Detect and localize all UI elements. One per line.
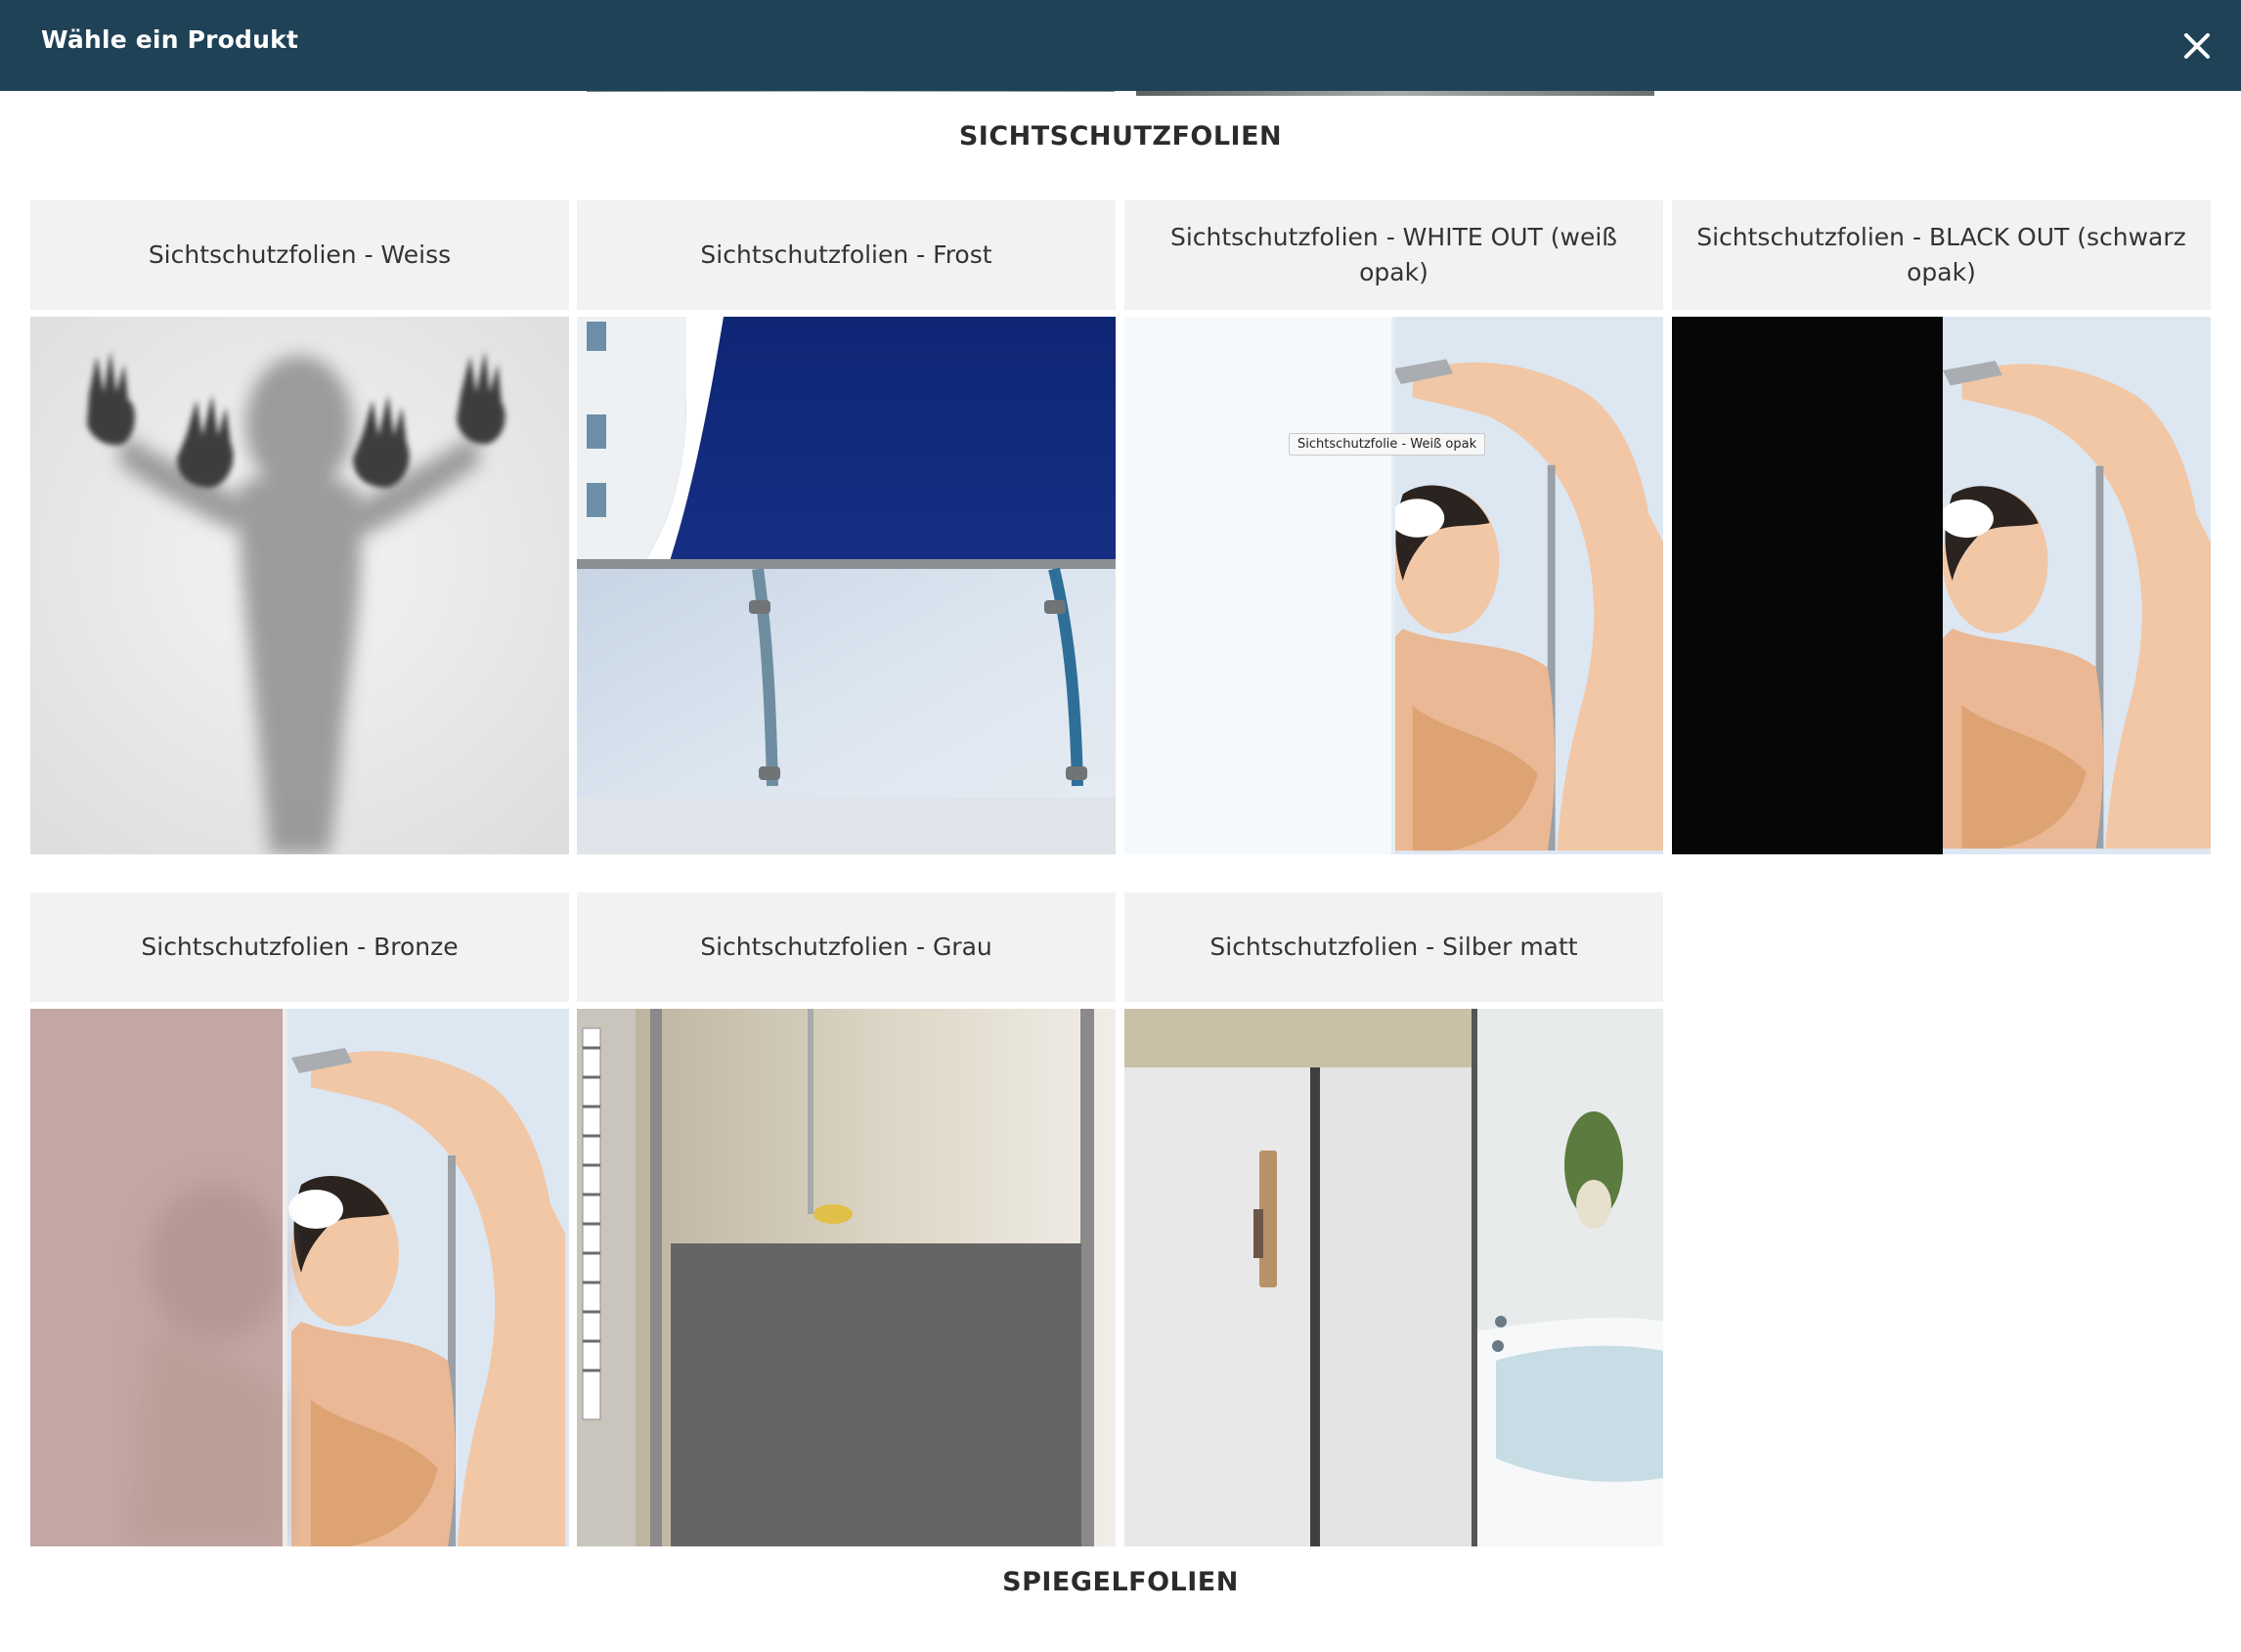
section-heading-mirror: SPIEGELFOLIEN <box>1002 1567 1239 1597</box>
product-label: Sichtschutzfolien - Frost <box>577 200 1116 310</box>
product-card-silber-matt[interactable]: Sichtschutzfolien - Silber matt <box>1124 892 1663 1546</box>
frosted-silhouette-image <box>30 317 569 854</box>
product-card-black-out[interactable]: Sichtschutzfolien - BLACK OUT (schwarz o… <box>1672 200 2211 854</box>
bronze-shower-image <box>30 1009 569 1546</box>
silver-matte-bathroom-image <box>1124 1009 1663 1546</box>
product-card-frost[interactable]: Sichtschutzfolien - Frost <box>577 200 1116 854</box>
product-card-bronze[interactable]: Sichtschutzfolien - Bronze <box>30 892 569 1546</box>
product-card-weiss[interactable]: Sichtschutzfolien - Weiss <box>30 200 569 854</box>
modal-title: Wähle ein Produkt <box>41 25 299 54</box>
section-heading-privacy: SICHTSCHUTZFOLIEN <box>958 121 1283 152</box>
product-card-white-out[interactable]: Sichtschutzfolien - WHITE OUT (weiß opak… <box>1124 200 1663 854</box>
product-label: Sichtschutzfolien - Silber matt <box>1124 892 1663 1002</box>
white-opaque-shower-image: Sichtschutzfolie - Weiß opak <box>1124 317 1663 854</box>
product-label: Sichtschutzfolien - Weiss <box>30 200 569 310</box>
product-label: Sichtschutzfolien - BLACK OUT (schwarz o… <box>1672 200 2211 310</box>
frosted-balcony-railing-image <box>577 317 1116 854</box>
product-label: Sichtschutzfolien - Grau <box>577 892 1116 1002</box>
product-card-grau[interactable]: Sichtschutzfolien - Grau <box>577 892 1116 1546</box>
image-tooltip: Sichtschutzfolie - Weiß opak <box>1289 433 1486 456</box>
product-label: Sichtschutzfolien - WHITE OUT (weiß opak… <box>1124 200 1663 310</box>
close-icon[interactable] <box>2175 23 2219 68</box>
product-label: Sichtschutzfolien - Bronze <box>30 892 569 1002</box>
modal-header: Wähle ein Produkt <box>0 0 2241 91</box>
grey-shower-door-image <box>577 1009 1116 1546</box>
black-opaque-shower-image <box>1672 317 2211 854</box>
